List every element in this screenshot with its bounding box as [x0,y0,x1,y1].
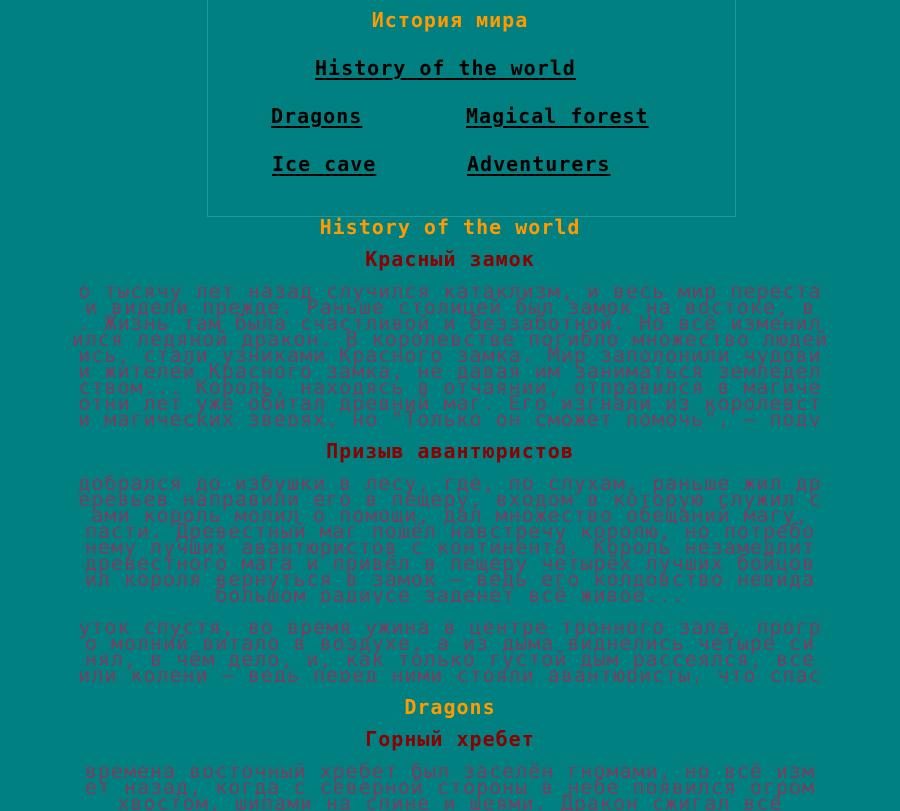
subtitle-red-castle: Красный замок [365,247,535,271]
section-title-history: History of the world [319,215,581,239]
paragraph-line: или колени — ведь перед ними стояли аван… [78,663,822,683]
nav-link-dragons[interactable]: Dragons [271,104,362,128]
nav-link-ice-cave[interactable]: Ice cave [272,152,376,176]
paragraph-red-castle: о тысячу лет назад случился катаклизм, и… [0,283,900,427]
section-title-dragons: Dragons [404,695,496,719]
paragraph-line: хвостом, шипами на спине и шеями. Дракон… [117,791,783,811]
paragraph-line: и магических зверях, но "Только он сможе… [78,407,822,427]
paragraph-mountain-ridge: времена восточный хребет был заселён гно… [0,763,900,811]
paragraph-adventurers-call: добрался до избушки в лесу, где, по слух… [0,475,900,603]
nav-link-magical-forest[interactable]: Magical forest [466,104,649,128]
site-title: История мира [371,8,529,32]
subtitle-mountain-ridge: Горный хребет [365,727,535,751]
nav-link-history[interactable]: History of the world [315,56,576,80]
paragraph-throne-room: уток спустя, во время ужина в центре тро… [0,619,900,683]
nav-link-adventurers[interactable]: Adventurers [467,152,610,176]
subtitle-adventurers-call: Призыв авантюристов [326,439,574,463]
